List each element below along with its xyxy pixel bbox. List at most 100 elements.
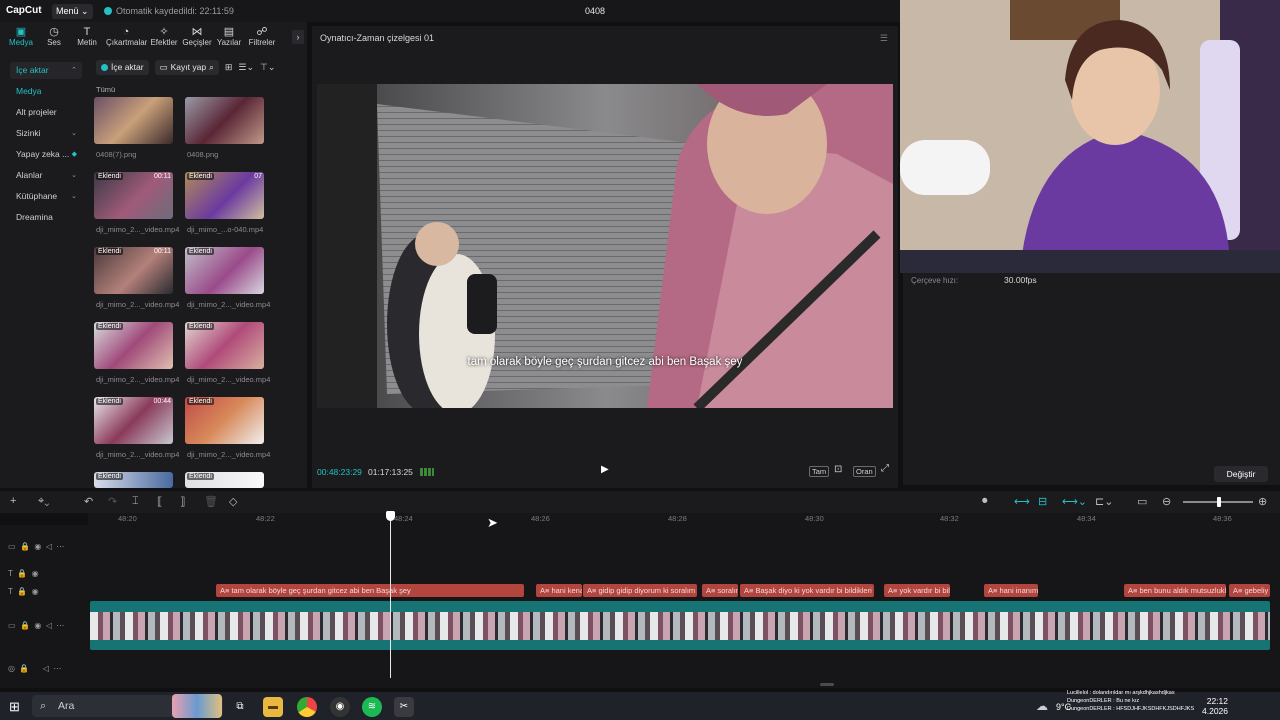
playhead-handle[interactable]	[386, 511, 395, 521]
media-icon: ▣	[15, 26, 27, 38]
caption-clip[interactable]: A≡ hani inanıma	[984, 584, 1038, 597]
tab-media[interactable]: ▣ Medya	[4, 26, 38, 47]
tab-effects[interactable]: ✧ Efektler	[147, 26, 181, 47]
magnet-icon[interactable]: ⊟	[1038, 495, 1047, 508]
split-icon[interactable]: ⌶	[132, 495, 139, 508]
zoom-slider-handle[interactable]	[1217, 497, 1221, 507]
caption-clip[interactable]: A≡ gidip gidip diyorum ki soralım mı	[583, 584, 697, 597]
caption-clip[interactable]: A≡ gebeliy	[1229, 584, 1270, 597]
chrome-icon[interactable]	[297, 697, 317, 717]
caption-icon[interactable]: ▭	[1137, 495, 1147, 508]
nav-subprojects[interactable]: Alt projeler	[10, 104, 82, 121]
zoom-out-icon[interactable]: ⊖	[1162, 495, 1171, 508]
nav-ai[interactable]: Yapay zeka ... ◆	[10, 146, 82, 163]
import-button[interactable]: İçe aktar	[96, 60, 149, 75]
caption-clip[interactable]: A≡ soralım	[702, 584, 738, 597]
playhead-line[interactable]	[390, 513, 391, 678]
caption-clip[interactable]: A≡ ben bunu aldık mutsuzluklar	[1124, 584, 1226, 597]
media-thumb-video[interactable]: Eklendi	[94, 472, 173, 488]
nav-dreamina[interactable]: Dreamina	[10, 209, 82, 226]
media-thumb-video[interactable]: Eklendi	[94, 322, 173, 369]
media-thumb-video[interactable]: Eklendi 07	[185, 172, 264, 219]
link-icon[interactable]: ⟷	[1014, 495, 1030, 508]
capcut-taskbar-icon[interactable]: ✂	[394, 697, 414, 717]
nav-library[interactable]: Kütüphane ⌄	[10, 188, 82, 205]
nav-import[interactable]: İçe aktar ⌃	[10, 62, 82, 79]
tab-text[interactable]: T Metin	[70, 26, 104, 47]
sort-icon[interactable]: ☰⌄	[238, 62, 254, 73]
record-button[interactable]: ▭ Kayıt yap ⌕	[154, 60, 219, 75]
caption-clip[interactable]: A≡ hani kena	[536, 584, 582, 597]
media-thumb-video[interactable]: Eklendi 00:11	[94, 172, 173, 219]
grid-view-icon[interactable]: ⊞	[225, 62, 233, 73]
undo-icon[interactable]: ↶	[84, 495, 93, 508]
snapshot-icon[interactable]: ⊡	[834, 464, 842, 475]
current-timecode: 00:48:23:29	[317, 467, 362, 477]
chevron-right-icon[interactable]: ›	[292, 30, 304, 44]
caption-clip-icon: A≡	[587, 586, 599, 595]
media-thumb-video[interactable]: Eklendi 00:11	[94, 247, 173, 294]
tab-filters[interactable]: ☍ Filtreler	[245, 26, 279, 47]
media-thumb-0408-7[interactable]	[94, 97, 173, 144]
player-panel: Oynatıcı-Zaman çizelgesi 01 ☰ tam olarak…	[312, 26, 898, 488]
autosave-status: Otomatik kaydedildi: 22:11:59	[104, 6, 234, 16]
media-thumb-0408[interactable]	[185, 97, 264, 144]
file-explorer-icon[interactable]: ▬	[263, 697, 283, 717]
video-clip[interactable]	[90, 601, 1270, 650]
delete-icon[interactable]: 🗑	[204, 495, 218, 508]
video-preview[interactable]: tam olarak böyle geç şurdan gitcez abi b…	[317, 84, 893, 408]
microphone-icon[interactable]: ⏺	[982, 495, 988, 508]
tab-transitions[interactable]: ⋈ Geçişler	[180, 26, 214, 47]
caption-clip-text: yok vardır bi bildi	[899, 586, 950, 595]
track-header: ▭ 🔒 ◉ ◁ ⋯	[8, 542, 65, 551]
caption-clip-icon: A≡	[540, 586, 552, 595]
webcam-image	[900, 0, 1280, 273]
add-track-icon[interactable]: +	[10, 495, 16, 507]
obs-icon[interactable]: ◉	[330, 697, 350, 717]
change-button[interactable]: Değiştir	[1214, 466, 1268, 482]
media-thumb-video[interactable]: Eklendi	[185, 397, 264, 444]
audio-icon: ◷	[49, 26, 59, 38]
menu-icon[interactable]: ☰	[880, 33, 888, 44]
nav-media[interactable]: Medya	[10, 83, 82, 100]
media-thumb-video[interactable]: Eklendi	[185, 322, 264, 369]
full-quality-button[interactable]: Tam	[809, 466, 830, 477]
ruler-tick: 48:20	[118, 514, 137, 523]
media-caption: 0408(7).png	[96, 150, 137, 159]
snap-icon[interactable]: ⟷⌄	[1062, 495, 1087, 508]
trim-left-icon[interactable]: ⟦	[157, 495, 162, 508]
task-view-icon[interactable]: ⧉	[230, 697, 250, 717]
tab-label: Geçişler	[182, 38, 212, 47]
clock-time: 22:12	[1206, 696, 1228, 706]
windows-start-icon[interactable]: ⊞	[9, 699, 20, 715]
caption-clip[interactable]: A≡ tam olarak böyle geç şurdan gitcez ab…	[216, 584, 524, 597]
media-thumb-video[interactable]: Eklendi	[185, 247, 264, 294]
tab-captions[interactable]: ▤ Yazılar	[212, 26, 246, 47]
filter-icon[interactable]: ⊤⌄	[260, 62, 275, 73]
shield-icon[interactable]: ◇	[229, 495, 237, 508]
menu-button[interactable]: Menü ⌄	[52, 4, 93, 19]
tab-stickers[interactable]: ◔ Çıkartmalar	[106, 26, 147, 47]
timeline-ruler[interactable]: 48:20 48:22 48:24 48:26 48:28 48:30 48:3…	[88, 513, 1280, 525]
tab-audio[interactable]: ◷ Ses	[37, 26, 71, 47]
zoom-in-icon[interactable]: ⊕	[1258, 495, 1267, 508]
spotify-icon[interactable]: ≋	[362, 697, 382, 717]
preview-axis-icon[interactable]: ⊏⌄	[1095, 495, 1113, 508]
media-thumb-video[interactable]: Eklendi	[185, 472, 264, 488]
caption-clip[interactable]: A≡ yok vardır bi bildi	[884, 584, 950, 597]
media-thumb-video[interactable]: Eklendi 00:44	[94, 397, 173, 444]
nav-label: Yapay zeka ...	[16, 149, 70, 159]
trim-right-icon[interactable]: ⟧	[180, 495, 185, 508]
duration-label: 00:11	[154, 173, 171, 180]
play-button[interactable]: ▶	[601, 464, 609, 475]
search-highlight-image	[172, 694, 222, 718]
track-header: ◎ 🔒 ◁ ⋯	[8, 664, 62, 673]
select-tool-icon[interactable]: ⌖⌄	[38, 495, 49, 508]
fullscreen-icon[interactable]: ⤢	[881, 463, 889, 474]
redo-icon[interactable]: ↷	[108, 495, 117, 508]
ratio-button[interactable]: Oran	[853, 466, 876, 477]
nav-yours[interactable]: Sizinki ⌄	[10, 125, 82, 142]
caption-clip[interactable]: A≡ Başak diyo ki yok vardır bi bildikler…	[740, 584, 874, 597]
timeline-scroll-handle[interactable]	[820, 683, 834, 686]
nav-spaces[interactable]: Alanlar ⌄	[10, 167, 82, 184]
